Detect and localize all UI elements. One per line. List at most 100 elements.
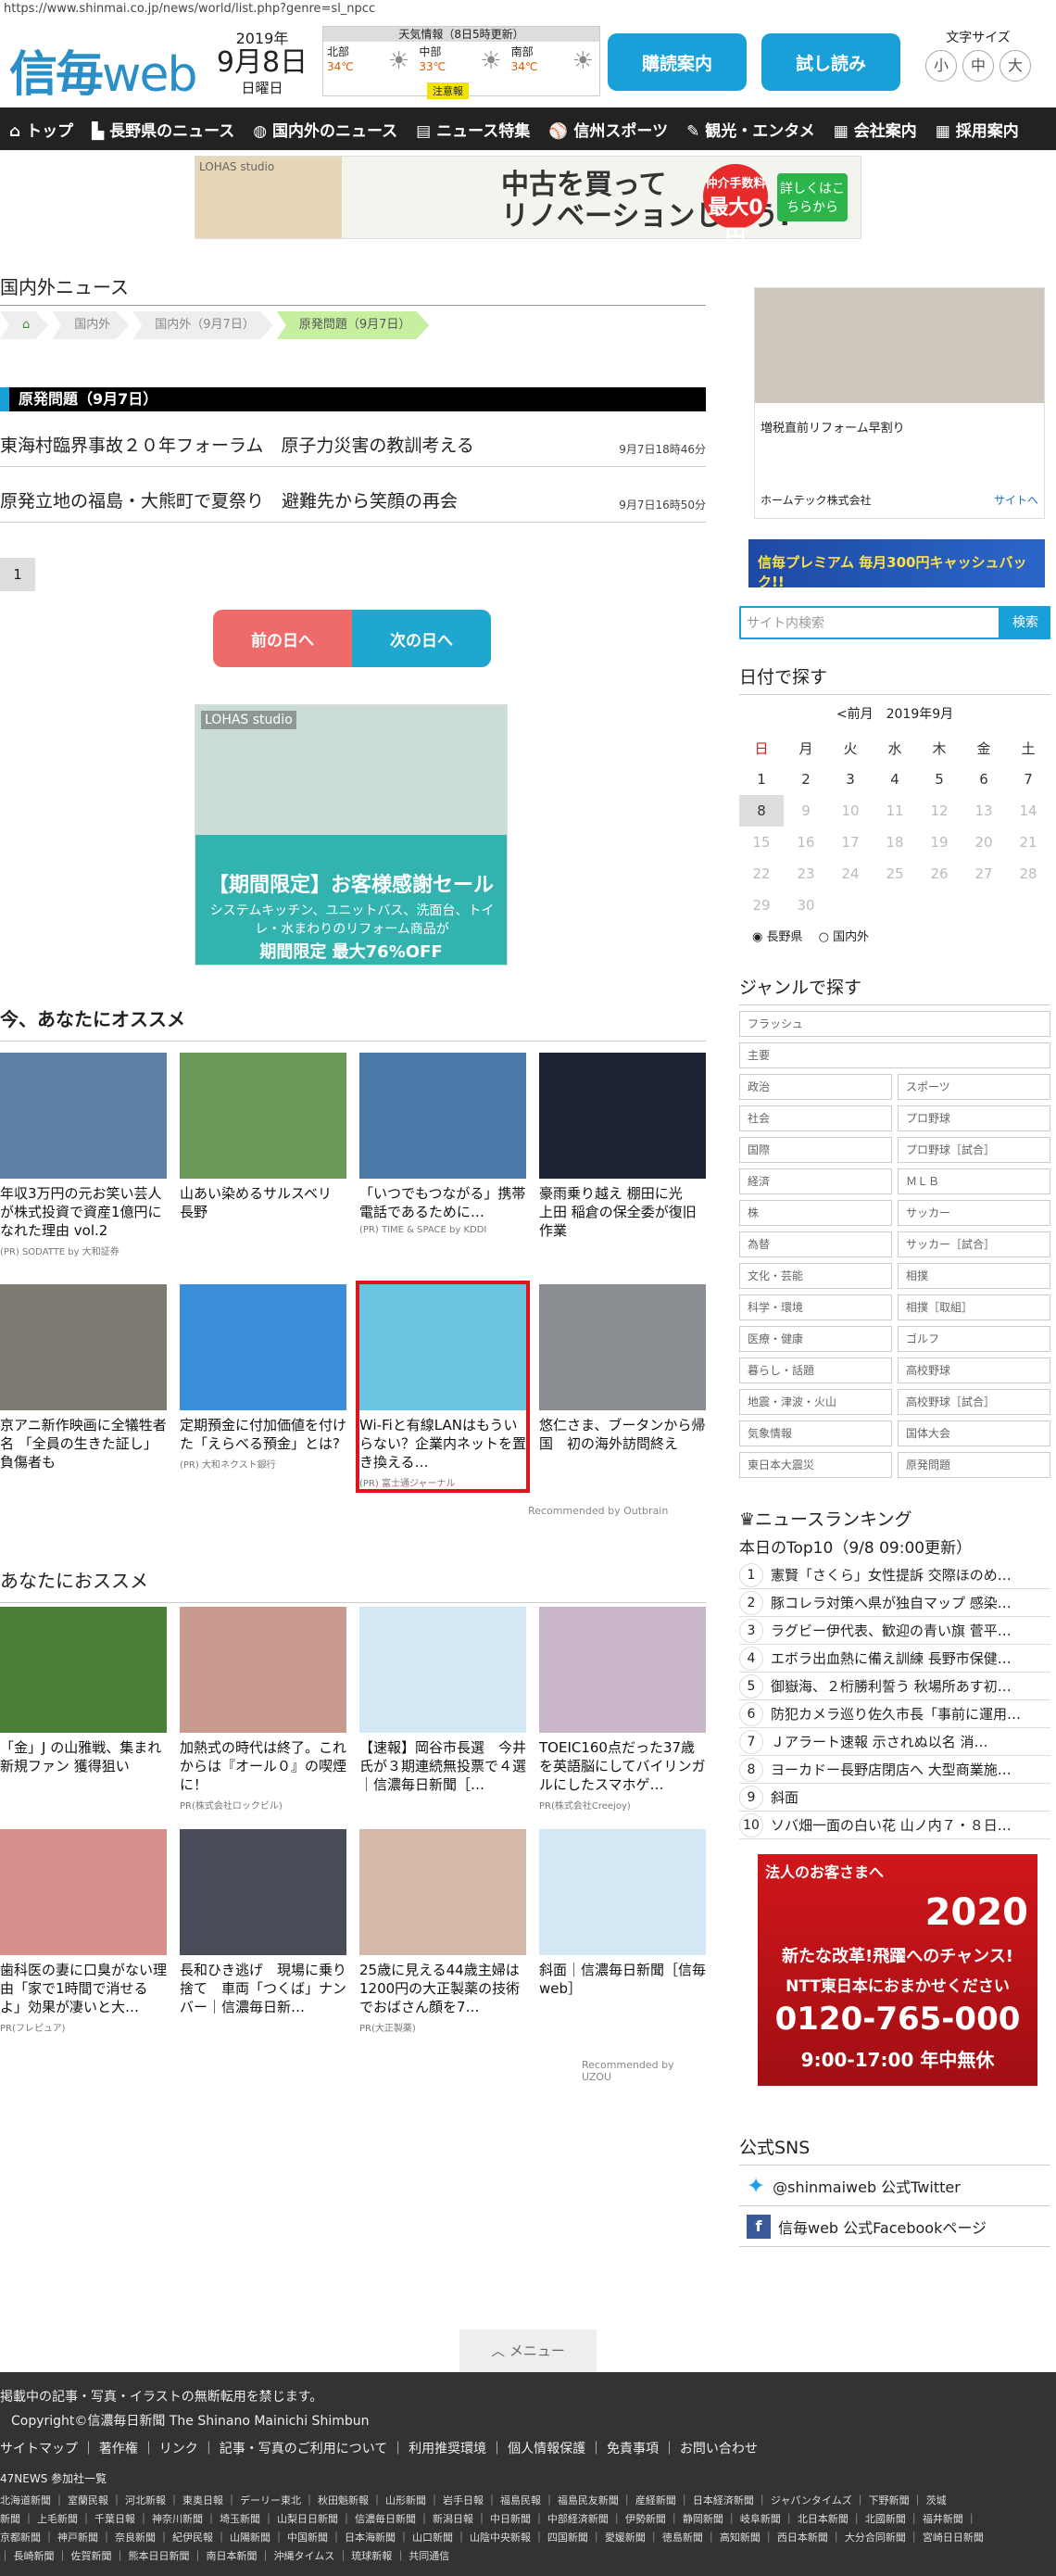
site-logo[interactable]: 信毎web: [9, 35, 198, 105]
nav-tourism[interactable]: ✎ 観光・エンタメ: [677, 118, 824, 141]
ntt-ad-banner[interactable]: 法人のお客さまへ 2020 新たな改革!飛躍へのチャンス! NTT東日本におまか…: [758, 1854, 1037, 2086]
recommend-card[interactable]: 京アニ新作映画に全犠牲者名 「全員の生きた証し」負傷者も: [0, 1284, 167, 1475]
genre-link[interactable]: 社会: [739, 1105, 892, 1131]
genre-link[interactable]: スポーツ: [898, 1074, 1050, 1100]
ranking-item[interactable]: 3 ラグビー伊代表、歓迎の青い旗 菅平…: [739, 1617, 1050, 1645]
nav-recruit[interactable]: ▦ 採用案内: [926, 118, 1028, 141]
calendar-day[interactable]: 3: [828, 764, 873, 795]
genre-link[interactable]: ゴルフ: [898, 1326, 1050, 1352]
recommend-card[interactable]: 「金」J の山雅戦、集まれ新規ファン 獲得狙い: [0, 1607, 167, 1779]
weather-warning-badge[interactable]: 注意報: [427, 82, 469, 99]
recommend-card[interactable]: 豪雨乗り越え 棚田に光 上田 稲倉の保全委が復旧作業: [539, 1053, 706, 1244]
genre-link[interactable]: 文化・芸能: [739, 1263, 892, 1289]
recommend-card[interactable]: 山あい染めるサルスベリ 長野: [180, 1053, 346, 1225]
genre-link[interactable]: 暮らし・話題: [739, 1357, 892, 1383]
genre-link[interactable]: 政治: [739, 1074, 892, 1100]
ranking-item[interactable]: 10 ソバ畑一面の白い花 山ノ内７・８日…: [739, 1812, 1050, 1839]
genre-link[interactable]: 気象情報: [739, 1421, 892, 1446]
genre-link[interactable]: 国際: [739, 1137, 892, 1163]
ranking-item[interactable]: 5 御嶽海、２桁勝利誓う 秋場所あす初…: [739, 1673, 1050, 1700]
genre-link[interactable]: サッカー［試合］: [898, 1231, 1050, 1257]
mid-ad-banner[interactable]: LOHAS studio 【期間限定】お客様感謝セール システムキッチン、ユニッ…: [195, 704, 508, 966]
nav-nagano-news[interactable]: ▙ 長野県のニュース: [82, 118, 244, 141]
genre-link[interactable]: 東日本大震災: [739, 1452, 892, 1478]
radio-nagano[interactable]: ◉ 長野県: [752, 930, 803, 944]
radio-domestic[interactable]: ○ 国内外: [819, 930, 870, 944]
recommend-card[interactable]: Wi-Fiと有線LANはもういらない？企業内ネットを置き換える… (PR) 富士通…: [356, 1281, 530, 1493]
footer-menu-button[interactable]: ︿ メニュー: [459, 2330, 597, 2372]
nav-domestic-world[interactable]: ◍ 国内外のニュース: [244, 118, 407, 141]
recommend-card[interactable]: 年収3万円の元お笑い芸人が株式投資で資産1億円になれた理由 vol.2 (PR) …: [0, 1053, 167, 1257]
recommend-card[interactable]: 悠仁さま、ブータンから帰国 初の海外訪問終え: [539, 1284, 706, 1457]
calendar-day[interactable]: 4: [873, 764, 917, 795]
calendar-day[interactable]: 6: [962, 764, 1006, 795]
ad-link[interactable]: サイトへ: [994, 492, 1038, 508]
genre-link[interactable]: 為替: [739, 1231, 892, 1257]
genre-link[interactable]: プロ野球: [898, 1105, 1050, 1131]
genre-link[interactable]: 高校野球［試合］: [898, 1389, 1050, 1415]
papers-line[interactable]: ｜ 長崎新聞 ｜ 佐賀新聞 ｜ 熊本日日新聞 ｜ 南日本新聞 ｜ 沖縄タイムス …: [0, 2547, 1052, 2566]
font-size-medium-button[interactable]: 中: [962, 50, 994, 82]
search-input[interactable]: サイト内検索: [739, 606, 1000, 639]
premium-banner[interactable]: 信毎プレミアム 毎月300円キャッシュバック!!: [748, 539, 1045, 590]
outbrain-credit[interactable]: Recommended by Outbrain: [528, 1505, 668, 1517]
nav-company[interactable]: ▦ 会社案内: [824, 118, 926, 141]
calendar-day[interactable]: 1: [739, 764, 784, 795]
genre-link[interactable]: 相撲: [898, 1263, 1050, 1289]
genre-link[interactable]: 主要: [739, 1042, 1050, 1068]
ranking-item[interactable]: 6 防犯カメラ巡り佐久市長「事前に運用…: [739, 1700, 1050, 1728]
article-row[interactable]: 東海村臨界事故２０年フォーラム 原子力災害の教訓考える 9月7日18時46分: [0, 411, 706, 467]
recommend-card[interactable]: 25歳に見える44歳主婦は1200円の大正製薬の技術でおばさん顔を7… PR(大正…: [359, 1829, 526, 2034]
search-button[interactable]: 検索: [1000, 606, 1050, 639]
ranking-item[interactable]: 1 憲賢「さくら」女性提訴 交際ほのめ…: [739, 1561, 1050, 1589]
genre-link[interactable]: 高校野球: [898, 1357, 1050, 1383]
breadcrumb-home[interactable]: ⌂: [0, 311, 48, 339]
recommend-card[interactable]: TOEIC160点だった37歳を英語脳にしてバイリンガルにしたスマホゲ… PR(株…: [539, 1607, 706, 1812]
nav-top[interactable]: ⌂ トップ: [0, 118, 82, 141]
recommend-card[interactable]: 長和ひき逃げ 現場に乗り捨て 車両「つくば」ナンバー｜信濃毎日新…: [180, 1829, 346, 2020]
recommend-card[interactable]: 加熱式の時代は終了。これからは『オール０』の喫煙に！ PR(株式会社ロックビル): [180, 1607, 346, 1812]
calendar-day[interactable]: 7: [1006, 764, 1050, 795]
subscribe-button[interactable]: 購読案内: [608, 33, 747, 91]
top-ad-banner[interactable]: LOHAS studio 中古を買って リノベーションしよう! 仲介手数料 最大0円…: [195, 156, 861, 249]
genre-link[interactable]: サッカー: [898, 1200, 1050, 1226]
genre-link[interactable]: プロ野球［試合］: [898, 1137, 1050, 1163]
papers-line[interactable]: 新聞 ｜ 上毛新聞 ｜ 千葉日報 ｜ 神奈川新聞 ｜ 埼玉新聞 ｜ 山梨日日新聞…: [0, 2510, 1052, 2529]
genre-link[interactable]: 地震・津波・火山: [739, 1389, 892, 1415]
papers-line[interactable]: 北海道新聞 ｜ 室蘭民報 ｜ 河北新報 ｜ 東奥日報 ｜ デーリー東北 ｜ 秋田…: [0, 2492, 1052, 2510]
genre-link[interactable]: 相撲［取組］: [898, 1294, 1050, 1320]
weather-widget[interactable]: 天気情報（8日5時更新） 北部 34℃ ☀ 中部 33℃ ☀ 南部 34℃ ☀ …: [322, 26, 600, 99]
genre-link[interactable]: 株: [739, 1200, 892, 1226]
uzou-credit[interactable]: Recommended by UZOU: [582, 2059, 706, 2083]
calendar-day[interactable]: 5: [917, 764, 962, 795]
ranking-item[interactable]: 9 斜面: [739, 1784, 1050, 1812]
breadcrumb-item[interactable]: 国内外（9月7日）: [132, 311, 273, 339]
papers-line[interactable]: 京都新聞 ｜ 神戸新聞 ｜ 奈良新聞 ｜ 紀伊民報 ｜ 山陽新聞 ｜ 中国新聞 …: [0, 2529, 1052, 2547]
recommend-card[interactable]: 【速報】岡谷市長選 今井氏が３期連続無投票で４選｜信濃毎日新聞［…: [359, 1607, 526, 1798]
article-row[interactable]: 原発立地の福島・大熊町で夏祭り 避難先から笑顔の再会 9月7日16時50分: [0, 467, 706, 523]
ranking-item[interactable]: 4 エボラ出血熱に備え訓練 長野市保健…: [739, 1645, 1050, 1673]
footer-links[interactable]: サイトマップ ｜ 著作権 ｜ リンク ｜ 記事・写真のご利用について ｜ 利用推…: [0, 2439, 1056, 2457]
font-size-large-button[interactable]: 大: [999, 50, 1031, 82]
breadcrumb-item[interactable]: 国内外: [52, 311, 129, 339]
recommend-card[interactable]: 歯科医の妻に口臭がない理由「家で1時間で消せるよ」効果が凄いと大… PR(フレピュ…: [0, 1829, 167, 2034]
genre-link[interactable]: 国体大会: [898, 1421, 1050, 1446]
genre-link[interactable]: 医療・健康: [739, 1326, 892, 1352]
sidebar-ad[interactable]: 増税直前リフォーム早割り ホームテック株式会社 サイトへ: [754, 287, 1045, 519]
twitter-link[interactable]: ✦ @shinmaiweb 公式Twitter: [739, 2166, 1050, 2206]
nav-feature[interactable]: ▤ ニュース特集: [407, 118, 539, 141]
calendar-prev-month[interactable]: <前月: [836, 707, 874, 722]
font-size-small-button[interactable]: 小: [925, 50, 957, 82]
trial-button[interactable]: 試し読み: [761, 33, 900, 91]
genre-link[interactable]: 原発問題: [898, 1452, 1050, 1478]
recommend-card[interactable]: 定期預金に付加価値を付けた「えらべる預金」とは? (PR) 大和ネクスト銀行: [180, 1284, 346, 1471]
ranking-item[interactable]: 2 豚コレラ対策へ県が独自マップ 感染…: [739, 1589, 1050, 1617]
pagination-page[interactable]: 1: [0, 558, 35, 591]
genre-link[interactable]: フラッシュ: [739, 1011, 1050, 1037]
recommend-card[interactable]: 「いつでもつながる」携帯電話であるために… (PR) TIME & SPACE b…: [359, 1053, 526, 1235]
facebook-link[interactable]: f 信毎web 公式Facebookページ: [739, 2206, 1050, 2247]
genre-link[interactable]: 科学・環境: [739, 1294, 892, 1320]
nav-sports[interactable]: ⚾ 信州スポーツ: [539, 118, 677, 141]
next-day-button[interactable]: 次の日へ: [352, 610, 491, 667]
genre-link[interactable]: ＭＬＢ: [898, 1168, 1050, 1194]
